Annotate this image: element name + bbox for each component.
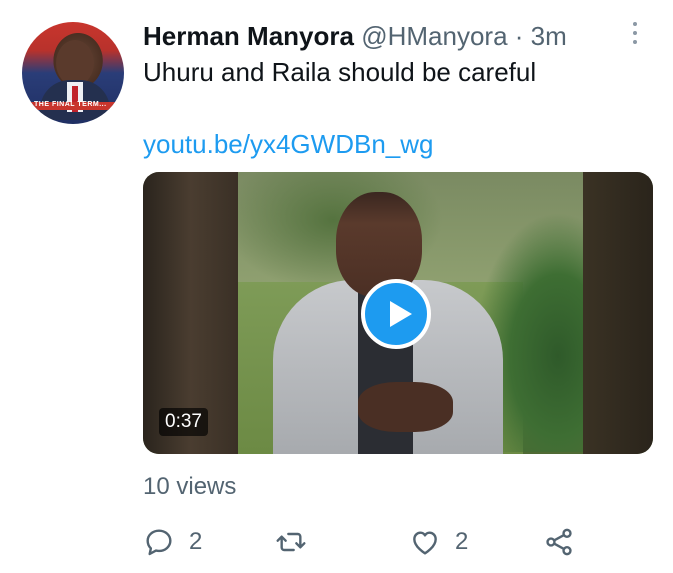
share-button[interactable] — [543, 522, 575, 562]
avatar-banner-text: THE FINAL TERM... — [34, 101, 107, 108]
video-duration: 0:37 — [159, 408, 208, 436]
header-separator: · — [514, 21, 524, 51]
heart-icon — [413, 531, 437, 555]
reply-button[interactable]: 2 — [143, 522, 202, 562]
avatar[interactable]: THE FINAL TERM... — [22, 22, 124, 124]
retweet-button[interactable] — [275, 522, 321, 562]
view-count: 10 views — [143, 473, 237, 500]
tweet-header: Herman Manyora @HManyora · 3m — [143, 20, 567, 52]
retweet-icon — [276, 532, 306, 552]
video-player[interactable]: 0:37 — [143, 172, 653, 454]
video-person-hands — [358, 382, 453, 432]
play-icon[interactable] — [361, 279, 431, 349]
like-button[interactable]: 2 — [409, 522, 468, 562]
reply-icon — [146, 529, 172, 556]
tweet-link[interactable]: youtu.be/yx4GWDBn_wg — [143, 128, 433, 160]
video-tree-trunk-right — [583, 172, 653, 454]
tweet-timestamp[interactable]: 3m — [531, 21, 567, 51]
tweet-text: Uhuru and Raila should be careful — [143, 57, 537, 87]
author-name[interactable]: Herman Manyora — [143, 21, 354, 51]
author-handle[interactable]: @HManyora — [361, 21, 507, 51]
action-bar: 2 2 — [143, 522, 643, 562]
share-icon — [546, 528, 572, 556]
like-count: 2 — [455, 528, 469, 555]
more-vertical-icon[interactable] — [628, 22, 642, 48]
reply-count: 2 — [189, 528, 203, 555]
